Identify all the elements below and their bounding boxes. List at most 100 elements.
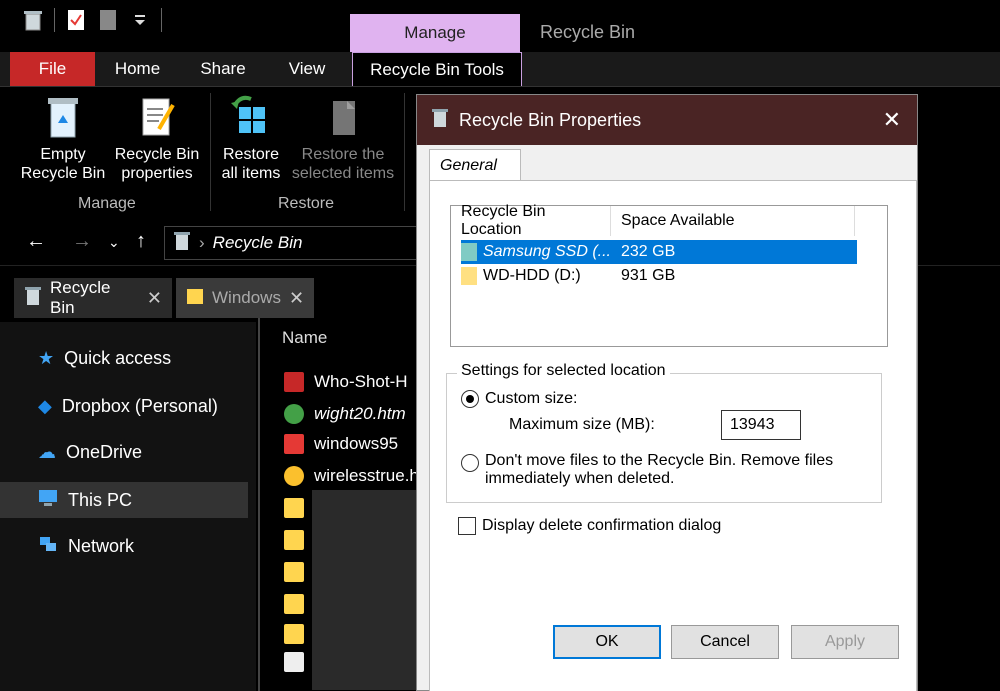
folder-tab-label: Recycle Bin <box>50 278 111 317</box>
tab-share[interactable]: Share <box>182 52 264 86</box>
locations-list: Recycle Bin Location Space Available Sam… <box>450 203 888 347</box>
nav-item-dropbox[interactable]: ◆ Dropbox (Personal) <box>0 388 248 424</box>
recycle-bin-properties-dialog: Recycle Bin Properties ✕ General Recycle… <box>416 94 918 691</box>
up-arrow-icon[interactable]: ↑ <box>136 230 146 253</box>
list-item[interactable]: windows95 <box>284 430 398 458</box>
nav-item-label: Dropbox (Personal) <box>61 395 218 416</box>
nav-item-label: OneDrive <box>66 441 143 462</box>
drive-space: 232 GB <box>621 243 676 260</box>
recycle-bin-app-icon <box>22 8 44 32</box>
tab-home[interactable]: Home <box>95 52 180 86</box>
empty-label-line1: Empty <box>40 146 86 163</box>
drive-icon <box>461 243 477 261</box>
cloud-icon: ☁ <box>38 441 56 462</box>
column-header-name[interactable]: Name <box>282 328 327 348</box>
file-name: Who-Shot-H <box>314 372 408 391</box>
pdf-file-icon <box>284 624 304 644</box>
cancel-button[interactable]: Cancel <box>671 625 779 659</box>
folder-tab-recycle-bin[interactable]: Recycle Bin ✕ <box>14 278 172 318</box>
column-header-space[interactable]: Space Available <box>611 206 855 236</box>
toolbar-separator <box>161 8 162 32</box>
dont-move-label-line2: immediately when deleted. <box>485 470 675 487</box>
list-item[interactable] <box>284 590 304 618</box>
properties-label-line1: Recycle Bin <box>114 146 200 163</box>
properties-icon[interactable] <box>65 8 87 32</box>
nav-item-onedrive[interactable]: ☁ OneDrive <box>0 434 248 470</box>
manage-context-tab[interactable]: Manage <box>350 14 520 52</box>
chrome-icon <box>284 466 304 486</box>
folder-icon <box>284 594 304 614</box>
tab-file[interactable]: File <box>10 52 95 86</box>
tab-view[interactable]: View <box>268 52 346 86</box>
group-label-restore: Restore <box>278 195 335 212</box>
list-item[interactable]: wight20.htm <box>284 400 406 428</box>
nav-item-this-pc[interactable]: This PC <box>0 482 248 518</box>
file-name: windows95 <box>314 434 399 453</box>
list-item-samsung-ssd[interactable]: Samsung SSD (... 232 GB <box>461 240 857 264</box>
tab-recycle-bin-tools[interactable]: Recycle Bin Tools <box>352 52 522 86</box>
ok-button[interactable]: OK <box>553 625 661 659</box>
list-item[interactable] <box>284 648 304 676</box>
blurred-region <box>312 490 428 690</box>
column-header-location[interactable]: Recycle Bin Location <box>451 203 611 238</box>
drive-icon <box>461 267 477 285</box>
quick-access-toolbar <box>22 8 162 32</box>
empty-recycle-bin-button[interactable]: Empty Recycle Bin <box>20 93 106 183</box>
window-title: Recycle Bin <box>540 22 636 42</box>
breadcrumb: Recycle Bin <box>212 233 303 252</box>
back-arrow-icon[interactable]: ← <box>26 230 46 253</box>
forward-arrow-icon[interactable]: → <box>72 230 92 253</box>
settings-group: Settings for selected location Custom si… <box>446 362 882 503</box>
folder-tab-windows[interactable]: Windows ✕ <box>176 278 314 318</box>
dont-move-label-line1: Don't move files to the Recycle Bin. Rem… <box>485 452 834 469</box>
list-item[interactable] <box>284 558 304 586</box>
navigation-pane: ★ Quick access ◆ Dropbox (Personal) ☁ On… <box>0 322 256 691</box>
chrome-icon <box>284 404 304 424</box>
address-box[interactable]: › Recycle Bin <box>164 226 444 260</box>
properties-label-line2: properties <box>121 165 193 182</box>
restore-selected-button[interactable]: Restore the selected items <box>290 93 396 183</box>
close-tab-icon[interactable]: ✕ <box>147 288 162 309</box>
tab-general[interactable]: General <box>429 149 521 181</box>
list-item[interactable] <box>284 494 304 522</box>
list-item-wd-hdd[interactable]: WD-HDD (D:) 931 GB <box>461 264 857 288</box>
confirm-delete-checkbox[interactable] <box>458 517 476 535</box>
file-name: wight20.htm <box>314 404 406 423</box>
restore-all-icon <box>229 93 273 139</box>
dont-move-files-radio[interactable] <box>461 454 479 472</box>
title-bar: Manage Recycle Bin <box>0 0 1000 52</box>
group-label-manage: Manage <box>78 195 136 212</box>
drive-name: Samsung SSD (... <box>482 243 611 260</box>
list-item[interactable]: Who-Shot-H <box>284 368 408 396</box>
customize-toolbar-icon[interactable] <box>129 8 151 32</box>
list-item[interactable] <box>284 526 304 554</box>
dialog-title-bar: Recycle Bin Properties <box>417 95 917 145</box>
restore-all-button[interactable]: Restore all items <box>216 93 286 183</box>
new-folder-icon[interactable] <box>97 8 119 32</box>
restore-all-label-line1: Restore <box>222 146 280 163</box>
drive-name: WD-HDD (D:) <box>483 267 581 284</box>
recent-locations-chevron-icon[interactable]: ⌄ <box>108 234 120 251</box>
nav-item-quick-access[interactable]: ★ Quick access <box>0 340 248 376</box>
empty-label-line2: Recycle Bin <box>20 165 106 182</box>
apply-button[interactable]: Apply <box>791 625 899 659</box>
list-item[interactable]: wirelesstrue.h <box>284 462 419 490</box>
nav-item-label: Quick access <box>64 347 172 368</box>
confirm-delete-label: Display delete confirmation dialog <box>482 517 722 534</box>
recycle-bin-icon <box>431 108 449 133</box>
custom-size-radio[interactable] <box>461 390 479 408</box>
restore-selected-label-line2: selected items <box>291 165 395 182</box>
folder-icon <box>284 562 304 582</box>
dropbox-icon: ◆ <box>38 395 52 416</box>
nav-item-label: Network <box>68 535 135 556</box>
file-icon <box>284 372 304 392</box>
close-icon[interactable]: ✕ <box>883 107 901 133</box>
ribbon-tabs: File Home Share View Recycle Bin Tools <box>0 52 1000 86</box>
nav-item-network[interactable]: Network <box>0 528 248 564</box>
restore-all-label-line2: all items <box>221 165 281 182</box>
recycle-bin-properties-button[interactable]: Recycle Bin properties <box>112 93 202 183</box>
properties-icon <box>135 93 179 139</box>
list-item[interactable] <box>284 620 304 648</box>
max-size-input[interactable]: 13943 <box>721 410 801 440</box>
close-tab-icon[interactable]: ✕ <box>289 288 304 309</box>
